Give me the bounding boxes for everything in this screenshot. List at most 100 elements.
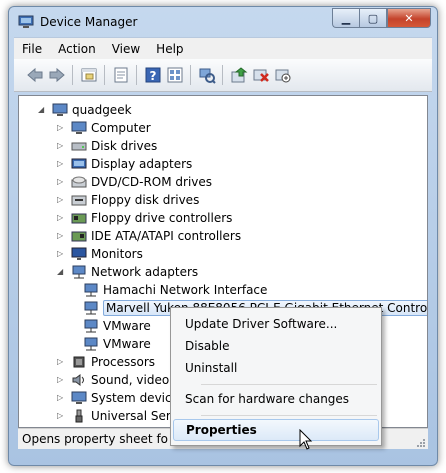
menu-bar: File Action View Help <box>14 37 432 60</box>
tree-item-vmware-1[interactable]: VMware <box>83 317 151 335</box>
usb-icon <box>71 409 87 423</box>
tree-item-label: Computer <box>91 121 151 135</box>
menu-separator <box>201 384 377 385</box>
maximize-icon: ▢ <box>367 11 379 25</box>
expand-arrow-icon[interactable]: ▷ <box>57 412 65 420</box>
disk-drive-icon <box>71 139 87 153</box>
status-text: Opens property sheet fo <box>22 432 169 446</box>
disable-device-icon[interactable] <box>274 66 292 84</box>
tree-item-label: Display adapters <box>91 157 193 171</box>
processor-icon <box>71 355 87 369</box>
properties-icon[interactable] <box>112 66 130 84</box>
toolbar: ? <box>14 59 432 92</box>
floppy-controller-icon <box>71 211 87 225</box>
tree-item-label: Hamachi Network Interface <box>103 283 268 297</box>
tree-item-label: DVD/CD-ROM drives <box>91 175 213 189</box>
mouse-cursor-icon <box>299 428 313 451</box>
expand-arrow-icon[interactable]: ▷ <box>57 376 65 384</box>
menu-item-update-driver[interactable]: Update Driver Software... <box>173 314 379 334</box>
tree-item-display-adapters[interactable]: ▷ Display adapters <box>57 155 192 173</box>
tree-item-label: Floppy drive controllers <box>91 211 233 225</box>
tree-item-label: Floppy disk drives <box>91 193 200 207</box>
tree-item-disk-drives[interactable]: ▷ Disk drives <box>57 137 157 155</box>
computer-icon <box>52 103 68 117</box>
expand-arrow-icon[interactable]: ▷ <box>57 142 65 150</box>
menu-file[interactable]: File <box>14 42 50 56</box>
tree-item-label: Processors <box>91 355 156 369</box>
tree-item-label: VMware <box>103 337 151 351</box>
display-adapter-icon <box>71 157 87 171</box>
computer-icon <box>71 121 87 135</box>
tree-item-network-adapters[interactable]: ◢ Network adapters <box>57 263 198 281</box>
expand-arrow-icon[interactable]: ▷ <box>57 196 65 204</box>
expand-arrow-icon[interactable]: ▷ <box>57 358 65 366</box>
monitor-icon <box>71 247 87 261</box>
menu-item-properties[interactable]: Properties <box>173 419 379 441</box>
uninstall-icon[interactable] <box>252 66 270 84</box>
expand-arrow-icon[interactable]: ▷ <box>57 160 65 168</box>
expand-arrow-icon[interactable]: ▷ <box>57 214 65 222</box>
window-title: Device Manager <box>40 15 138 29</box>
tree-item-vmware-2[interactable]: VMware <box>83 335 151 353</box>
update-driver-icon[interactable] <box>230 66 248 84</box>
network-adapter-icon <box>83 337 99 351</box>
expand-arrow-icon[interactable]: ▷ <box>57 250 65 258</box>
menu-separator <box>201 415 377 416</box>
back-arrow-icon[interactable] <box>26 66 44 84</box>
expand-arrow-icon[interactable]: ▷ <box>57 394 65 402</box>
forward-arrow-icon[interactable] <box>48 66 66 84</box>
tree-item-system-devices[interactable]: ▷ System devic <box>57 389 172 407</box>
help-icon[interactable]: ? <box>144 66 162 84</box>
tree-item-sound-video[interactable]: ▷ Sound, video <box>57 371 169 389</box>
tree-item-label: Disk drives <box>91 139 158 153</box>
tree-item-usb[interactable]: ▷ Universal Ser <box>57 407 171 425</box>
toolbar-separator <box>222 65 223 85</box>
network-adapter-icon <box>83 301 99 315</box>
show-hidden-icon[interactable] <box>166 66 184 84</box>
close-button[interactable]: ✕ <box>387 8 431 28</box>
close-icon: ✕ <box>404 11 414 25</box>
tree-item-floppy-drive-controllers[interactable]: ▷ Floppy drive controllers <box>57 209 232 227</box>
minimize-icon: ▁ <box>341 11 351 25</box>
tree-item-floppy-disk-drives[interactable]: ▷ Floppy disk drives <box>57 191 199 209</box>
menu-help[interactable]: Help <box>148 42 191 56</box>
collapse-arrow-icon[interactable]: ◢ <box>57 268 65 276</box>
scan-hardware-icon[interactable] <box>198 66 216 84</box>
tree-item-label: System devic <box>91 391 172 405</box>
tree-item-label: IDE ATA/ATAPI controllers <box>91 229 242 243</box>
dvd-drive-icon <box>71 175 87 189</box>
toolbar-separator <box>72 65 73 85</box>
menu-item-uninstall[interactable]: Uninstall <box>173 358 379 378</box>
network-adapter-icon <box>83 283 99 297</box>
context-menu: Update Driver Software... Disable Uninst… <box>170 307 382 446</box>
menu-action[interactable]: Action <box>50 42 104 56</box>
tree-item-dvd-drives[interactable]: ▷ DVD/CD-ROM drives <box>57 173 212 191</box>
menu-item-disable[interactable]: Disable <box>173 336 379 356</box>
tree-item-hamachi[interactable]: Hamachi Network Interface <box>83 281 267 299</box>
tree-item-label: Sound, video <box>91 373 170 387</box>
sound-icon <box>71 373 87 387</box>
expand-arrow-icon[interactable]: ▷ <box>57 232 65 240</box>
device-manager-icon <box>18 15 34 29</box>
maximize-button[interactable]: ▢ <box>359 8 387 28</box>
tree-item-monitors[interactable]: ▷ Monitors <box>57 245 143 263</box>
title-bar[interactable]: Device Manager ▁ ▢ ✕ <box>9 7 437 37</box>
expand-arrow-icon[interactable]: ▷ <box>57 178 65 186</box>
up-tree-icon[interactable] <box>80 66 98 84</box>
toolbar-separator <box>190 65 191 85</box>
network-adapter-icon <box>71 265 87 279</box>
window-controls: ▁ ▢ ✕ <box>332 8 431 28</box>
expand-arrow-icon[interactable]: ▷ <box>57 124 65 132</box>
tree-item-ide-controllers[interactable]: ▷ IDE ATA/ATAPI controllers <box>57 227 241 245</box>
tree-item-computer[interactable]: ▷ Computer <box>57 119 151 137</box>
tree-item-label: Monitors <box>91 247 143 261</box>
tree-item-label: Universal Ser <box>91 409 171 423</box>
tree-item-label: Network adapters <box>91 265 199 279</box>
tree-root[interactable]: ◢ quadgeek <box>19 101 132 119</box>
menu-view[interactable]: View <box>104 42 148 56</box>
tree-item-processors[interactable]: ▷ Processors <box>57 353 155 371</box>
collapse-arrow-icon[interactable]: ◢ <box>38 106 46 114</box>
minimize-button[interactable]: ▁ <box>332 8 359 28</box>
menu-item-scan-hardware[interactable]: Scan for hardware changes <box>173 389 379 409</box>
resize-grip-icon[interactable] <box>416 437 426 447</box>
